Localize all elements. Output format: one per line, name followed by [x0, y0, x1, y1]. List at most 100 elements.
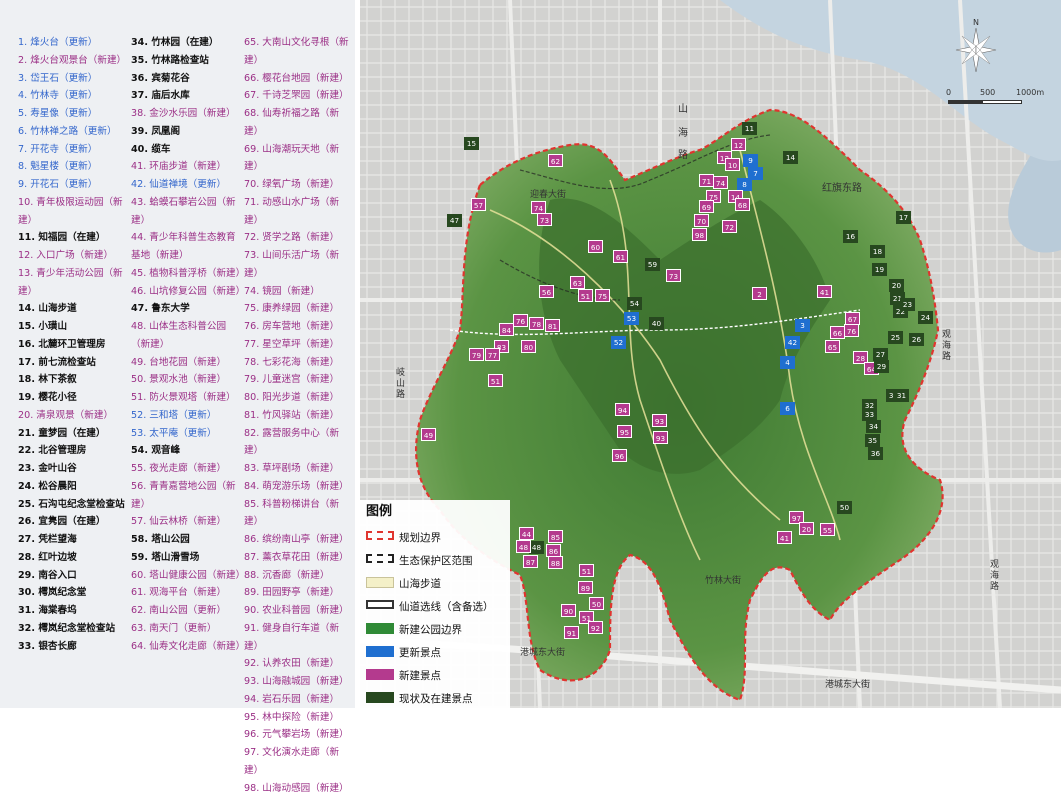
attraction-marker[interactable]: 51: [488, 374, 503, 387]
attraction-marker[interactable]: 11: [742, 122, 757, 135]
attraction-marker[interactable]: 96: [612, 449, 627, 462]
attraction-marker[interactable]: 49: [421, 428, 436, 441]
road-label-gangcheng-east: 港城东大街: [825, 680, 870, 691]
attraction-marker[interactable]: 69: [699, 200, 714, 213]
attraction-marker[interactable]: 16: [843, 230, 858, 243]
legend-label: 现状及在建景点: [399, 691, 473, 706]
attraction-marker[interactable]: 80: [521, 340, 536, 353]
legend-swatch: [366, 692, 394, 703]
attraction-marker[interactable]: 74: [713, 176, 728, 189]
attraction-marker[interactable]: 41: [777, 531, 792, 544]
attraction-marker[interactable]: 15: [464, 137, 479, 150]
attraction-marker[interactable]: 50: [589, 597, 604, 610]
attraction-marker[interactable]: 42: [785, 336, 800, 349]
attraction-marker[interactable]: 31: [894, 389, 909, 402]
scale-bar: 0 500 1000m: [946, 88, 1050, 110]
road-label-zhulin: 竹林大街: [705, 576, 741, 587]
attraction-marker[interactable]: 52: [611, 336, 626, 349]
attraction-marker[interactable]: 41: [817, 285, 832, 298]
attraction-marker[interactable]: 19: [872, 263, 887, 276]
attraction-marker[interactable]: 26: [909, 333, 924, 346]
attraction-marker[interactable]: 36: [868, 447, 883, 460]
attraction-marker[interactable]: 53: [624, 312, 639, 325]
planning-map[interactable]: 山 海 路 红旗东路 迎春大街 竹林大街 港城东大街 港城东大街 观海路 观海路…: [360, 0, 1061, 708]
attraction-marker[interactable]: 77: [485, 348, 500, 361]
attraction-marker[interactable]: 10: [725, 158, 740, 171]
attraction-marker[interactable]: 47: [447, 214, 462, 227]
attraction-list-item: 7. 开花寺（更新）: [18, 141, 130, 159]
attraction-marker[interactable]: 40: [649, 317, 664, 330]
attraction-marker[interactable]: 25: [888, 331, 903, 344]
attraction-list-item: 29. 南谷入口: [18, 567, 130, 585]
attraction-marker[interactable]: 50: [837, 501, 852, 514]
attraction-marker[interactable]: 87: [523, 555, 538, 568]
attraction-list-item: 21. 童梦园（在建）: [18, 425, 130, 443]
attraction-marker[interactable]: 93: [653, 431, 668, 444]
attraction-marker[interactable]: 48: [529, 541, 544, 554]
attraction-marker[interactable]: 72: [722, 220, 737, 233]
attraction-marker[interactable]: 73: [537, 213, 552, 226]
attraction-marker[interactable]: 76: [513, 314, 528, 327]
attraction-marker[interactable]: 51: [578, 289, 593, 302]
attraction-marker[interactable]: 9: [743, 154, 758, 167]
attraction-marker[interactable]: 93: [652, 414, 667, 427]
attraction-marker[interactable]: 51: [579, 564, 594, 577]
attraction-marker[interactable]: 14: [783, 151, 798, 164]
attraction-marker[interactable]: 55: [820, 523, 835, 536]
attraction-marker[interactable]: 20: [889, 279, 904, 292]
attraction-marker[interactable]: 88: [548, 556, 563, 569]
attraction-list-item: 60. 塔山健康公园（新建）: [131, 567, 243, 585]
attraction-marker[interactable]: 48: [516, 540, 531, 553]
attraction-marker[interactable]: 70: [694, 214, 709, 227]
attraction-marker[interactable]: 35: [865, 434, 880, 447]
attraction-marker[interactable]: 44: [519, 527, 534, 540]
attraction-list-item: 52. 三和塔（更新）: [131, 407, 243, 425]
attraction-marker[interactable]: 68: [735, 198, 750, 211]
attraction-marker[interactable]: 57: [471, 198, 486, 211]
attraction-marker[interactable]: 6: [780, 402, 795, 415]
attraction-marker[interactable]: 29: [874, 360, 889, 373]
attraction-marker[interactable]: 81: [545, 319, 560, 332]
attraction-list-item: 35. 竹林路检查站: [131, 52, 243, 70]
attraction-list-item: 69. 山海潮玩天地（新建）: [244, 141, 352, 177]
attraction-marker[interactable]: 34: [866, 420, 881, 433]
road-label-guanhai: 观海路: [942, 330, 953, 363]
attraction-marker[interactable]: 79: [469, 348, 484, 361]
attraction-marker[interactable]: 20: [799, 522, 814, 535]
attraction-marker[interactable]: 4: [780, 356, 795, 369]
attraction-list-item: 85. 科普粉梯讲台（新建）: [244, 496, 352, 532]
attraction-marker[interactable]: 71: [699, 174, 714, 187]
attraction-marker[interactable]: 84: [499, 323, 514, 336]
attraction-marker[interactable]: 73: [666, 269, 681, 282]
attraction-marker[interactable]: 98: [692, 228, 707, 241]
map-legend: 图例 规划边界生态保护区范围山海步道仙道选线（含备选）新建公园边界更新景点新建景…: [360, 500, 510, 708]
attraction-marker[interactable]: 18: [870, 245, 885, 258]
attraction-marker[interactable]: 61: [613, 250, 628, 263]
attraction-marker[interactable]: 65: [825, 340, 840, 353]
attraction-marker[interactable]: 17: [896, 211, 911, 224]
attraction-marker[interactable]: 94: [615, 403, 630, 416]
attraction-marker[interactable]: 90: [561, 604, 576, 617]
attraction-marker[interactable]: 89: [578, 581, 593, 594]
attraction-marker[interactable]: 60: [588, 240, 603, 253]
attraction-marker[interactable]: 76: [844, 324, 859, 337]
attraction-marker[interactable]: 12: [731, 138, 746, 151]
attraction-marker[interactable]: 91: [564, 626, 579, 639]
attraction-marker[interactable]: 92: [588, 621, 603, 634]
attraction-marker[interactable]: 24: [918, 311, 933, 324]
attraction-marker[interactable]: 23: [900, 298, 915, 311]
attraction-marker[interactable]: 75: [595, 289, 610, 302]
attraction-marker[interactable]: 85: [548, 530, 563, 543]
attraction-marker[interactable]: 95: [617, 425, 632, 438]
attraction-marker[interactable]: 62: [548, 154, 563, 167]
attraction-marker[interactable]: 56: [539, 285, 554, 298]
attraction-list-item: 25. 石沟屯纪念堂检查站: [18, 496, 130, 514]
attraction-marker[interactable]: 66: [830, 326, 845, 339]
attraction-marker[interactable]: 63: [570, 276, 585, 289]
legend-label: 山海步道: [399, 576, 441, 591]
attraction-marker[interactable]: 59: [645, 258, 660, 271]
attraction-marker[interactable]: 3: [795, 319, 810, 332]
attraction-marker[interactable]: 2: [752, 287, 767, 300]
attraction-marker[interactable]: 78: [529, 317, 544, 330]
attraction-marker[interactable]: 54: [627, 297, 642, 310]
